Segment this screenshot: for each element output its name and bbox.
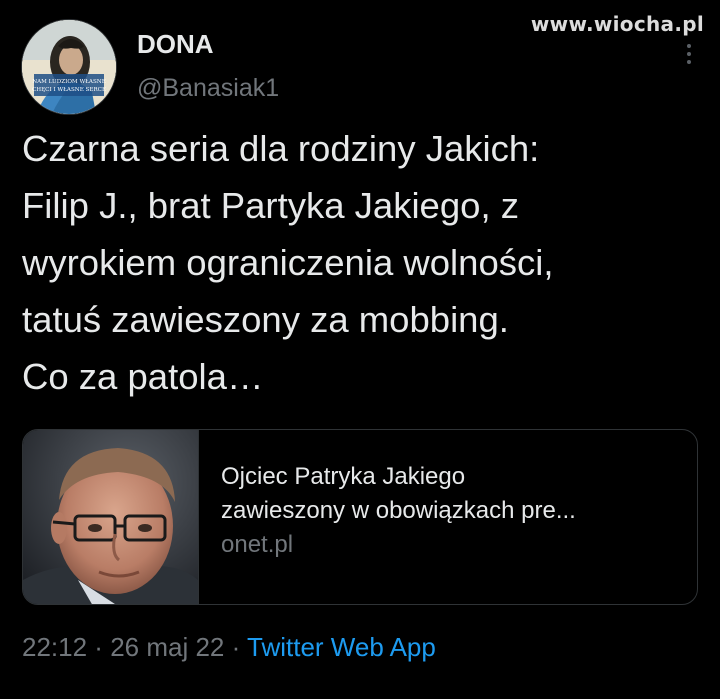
source-app-link[interactable]: Twitter Web App (247, 632, 436, 662)
link-card-body[interactable]: Ojciec Patryka Jakiego zawieszony w obow… (221, 460, 681, 562)
tweet-text: Czarna seria dla rodziny Jakich: Filip J… (22, 128, 554, 397)
link-thumbnail[interactable] (23, 430, 199, 604)
watermark-text: www.wiocha.pl (530, 12, 704, 36)
display-name[interactable]: DONA (137, 28, 279, 60)
more-options-icon[interactable] (686, 44, 692, 64)
user-info[interactable]: DONA @Banasiak1 (137, 28, 279, 104)
profile-avatar-image: NAM LUDZIOM WŁASNE CHĘCI I WŁASNE SERCE (22, 20, 116, 114)
meta-separator: · (224, 632, 248, 662)
link-card-domain: onet.pl (221, 531, 294, 558)
avatar[interactable]: NAM LUDZIOM WŁASNE CHĘCI I WŁASNE SERCE (22, 20, 116, 114)
user-handle[interactable]: @Banasiak1 (137, 72, 279, 104)
avatar-caption-line2: CHĘCI I WŁASNE SERCE (32, 87, 106, 93)
tweet-time[interactable]: 22:12 (22, 632, 87, 662)
tweet-metadata: 22:12 · 26 maj 22 · Twitter Web App (22, 630, 436, 664)
avatar-caption-line1: NAM LUDZIOM WŁASNE (32, 79, 106, 85)
meta-separator: · (87, 632, 111, 662)
man-with-glasses-photo (23, 430, 198, 604)
link-preview-card[interactable]: Ojciec Patryka Jakiego zawieszony w obow… (22, 429, 698, 605)
link-card-title[interactable]: Ojciec Patryka Jakiego zawieszony w obow… (221, 460, 681, 528)
tweet-date[interactable]: 26 maj 22 (110, 632, 224, 662)
